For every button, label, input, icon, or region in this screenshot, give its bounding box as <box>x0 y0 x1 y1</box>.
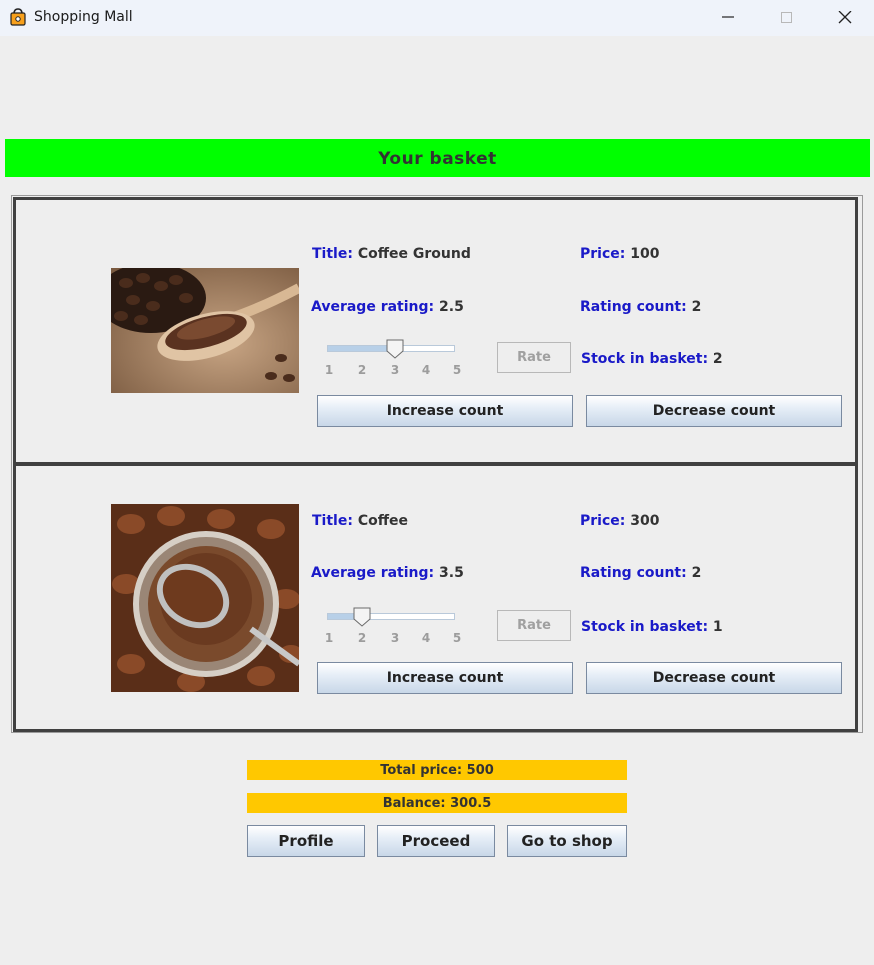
close-button[interactable] <box>816 0 874 36</box>
close-icon <box>838 11 852 24</box>
basket-item: Title: Coffee Ground Price: 100 Average … <box>13 197 858 465</box>
item-rating-count: Rating count: 2 <box>580 299 702 315</box>
item-title: Title: Coffee <box>312 513 409 529</box>
slider-tick: 2 <box>357 363 367 377</box>
slider-tick: 5 <box>452 631 462 645</box>
minimize-button[interactable] <box>699 0 757 36</box>
slider-thumb-icon[interactable] <box>385 339 405 359</box>
slider-tick: 1 <box>324 631 334 645</box>
item-price: Price: 300 <box>580 513 660 529</box>
slider-tick: 4 <box>421 363 431 377</box>
rating-slider[interactable]: 1 2 3 4 5 <box>319 339 461 379</box>
window-title: Shopping Mall <box>34 9 133 25</box>
basket-banner: Your basket <box>5 139 870 177</box>
decrease-count-button[interactable]: Decrease count <box>586 662 842 694</box>
go-to-shop-button[interactable]: Go to shop <box>507 825 627 857</box>
rate-button[interactable]: Rate <box>497 610 571 641</box>
item-average-rating: Average rating: 3.5 <box>311 565 464 581</box>
total-price-bar: Total price: 500 <box>247 760 627 780</box>
shopping-bag-icon <box>9 8 27 26</box>
basket-item: Title: Coffee Price: 300 Average rating:… <box>13 463 858 732</box>
slider-tick: 3 <box>390 631 400 645</box>
slider-tick: 1 <box>324 363 334 377</box>
item-stock-in-basket: Stock in basket: 2 <box>581 351 723 367</box>
proceed-button[interactable]: Proceed <box>377 825 495 857</box>
maximize-icon <box>781 12 792 23</box>
rating-slider[interactable]: 1 2 3 4 5 <box>319 607 461 647</box>
item-price: Price: 100 <box>580 246 660 262</box>
slider-tick: 3 <box>390 363 400 377</box>
rate-button[interactable]: Rate <box>497 342 571 373</box>
item-average-rating: Average rating: 2.5 <box>311 299 464 315</box>
item-rating-count: Rating count: 2 <box>580 565 702 581</box>
title-bar: Shopping Mall <box>0 0 874 36</box>
minimize-icon <box>722 16 734 18</box>
slider-thumb-icon[interactable] <box>352 607 372 627</box>
increase-count-button[interactable]: Increase count <box>317 662 573 694</box>
balance-bar: Balance: 300.5 <box>247 793 627 813</box>
maximize-button[interactable] <box>758 0 816 36</box>
coffee-jar-image <box>111 504 299 692</box>
slider-tick: 2 <box>357 631 367 645</box>
item-stock-in-basket: Stock in basket: 1 <box>581 619 723 635</box>
profile-button[interactable]: Profile <box>247 825 365 857</box>
decrease-count-button[interactable]: Decrease count <box>586 395 842 427</box>
slider-tick: 5 <box>452 363 462 377</box>
slider-tick: 4 <box>421 631 431 645</box>
item-title: Title: Coffee Ground <box>312 246 471 262</box>
coffee-ground-image <box>111 268 299 393</box>
increase-count-button[interactable]: Increase count <box>317 395 573 427</box>
